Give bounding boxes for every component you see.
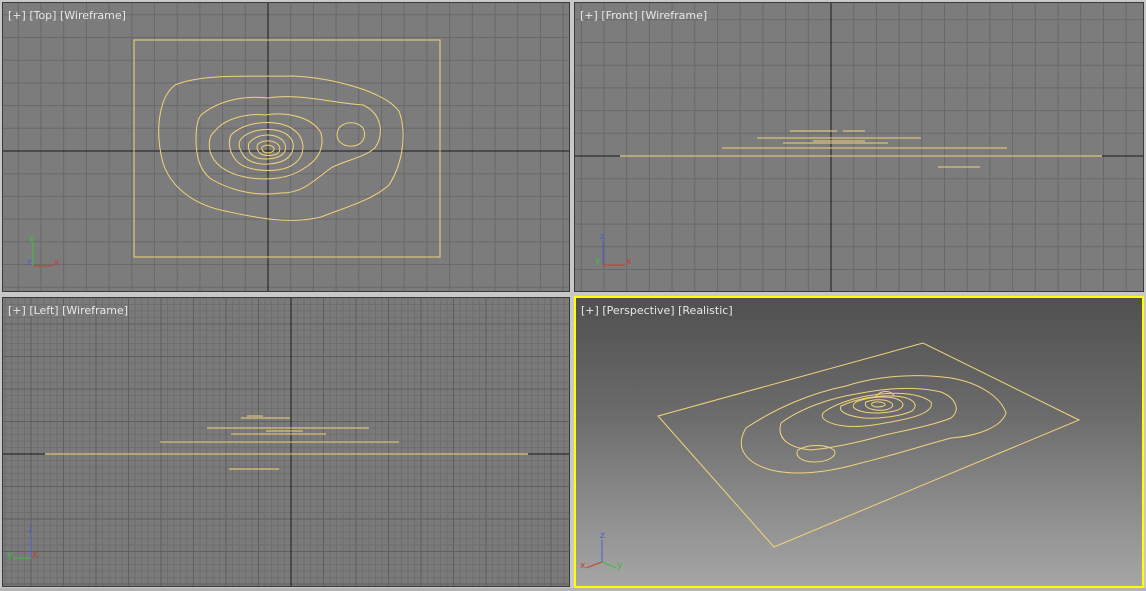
viewport-perspective[interactable]: [+] [Perspective] [Realistic] z x y: [574, 296, 1144, 588]
left-axis-gizmo: z y x: [7, 525, 38, 560]
top-shading-mode[interactable]: [Wireframe]: [60, 9, 126, 22]
viewport-front[interactable]: [+] [Front] [Wireframe] z y x: [574, 2, 1144, 292]
perspective-plane-outline: [657, 342, 1081, 548]
perspective-menu-button[interactable]: [+]: [581, 304, 599, 317]
left-view-name[interactable]: [Left]: [29, 304, 58, 317]
perspective-axis-gizmo: z x y: [580, 531, 623, 571]
top-axis-gizmo: y z x: [27, 233, 60, 268]
left-gizmo-y: y: [7, 550, 13, 560]
front-gizmo-z: z: [600, 232, 605, 242]
left-gizmo-z: z: [28, 525, 33, 535]
top-gizmo-y: y: [29, 233, 35, 243]
top-gizmo-z: z: [27, 258, 32, 268]
top-contour-3: [208, 113, 323, 180]
front-axis-gizmo: z y x: [595, 232, 632, 267]
top-contour-knoll: [336, 122, 366, 147]
top-menu-button[interactable]: [+]: [8, 9, 26, 22]
perspective-view-name[interactable]: [Perspective]: [602, 304, 674, 317]
left-viewport-label: [+] [Left] [Wireframe]: [8, 304, 128, 317]
perspective-terrain-wireframe: [657, 342, 1081, 548]
top-grid: [3, 3, 569, 291]
perspective-gizmo-y: y: [617, 561, 623, 571]
top-contour-2: [195, 96, 381, 195]
perspective-view-canvas[interactable]: [576, 298, 1144, 588]
left-gizmo-x: x: [32, 550, 38, 560]
front-gizmo-y: y: [595, 256, 601, 266]
perspective-gizmo-x: x: [580, 561, 586, 571]
front-shading-mode[interactable]: [Wireframe]: [641, 9, 707, 22]
front-viewport-label: [+] [Front] [Wireframe]: [580, 9, 707, 22]
front-terrain-wireframe: [620, 130, 1102, 168]
left-shading-mode[interactable]: [Wireframe]: [62, 304, 128, 317]
front-gizmo-x: x: [626, 257, 632, 267]
top-view-name[interactable]: [Top]: [29, 9, 56, 22]
top-viewport-label: [+] [Top] [Wireframe]: [8, 9, 126, 22]
perspective-gizmo-z: z: [600, 531, 605, 541]
left-view-canvas[interactable]: [3, 298, 570, 587]
top-plane-outline: [133, 39, 441, 258]
front-view-canvas[interactable]: [575, 3, 1144, 292]
left-terrain-wireframe: [45, 415, 528, 470]
perspective-contour-peak: [871, 401, 886, 408]
perspective-shading-mode[interactable]: [Realistic]: [678, 304, 733, 317]
perspective-viewport-label: [+] [Perspective] [Realistic]: [581, 304, 733, 317]
top-terrain-wireframe: [133, 39, 441, 258]
front-view-name[interactable]: [Front]: [601, 9, 637, 22]
viewport-top[interactable]: [+] [Top] [Wireframe] y z x: [2, 2, 570, 292]
viewport-left[interactable]: [+] [Left] [Wireframe] z y x: [2, 297, 570, 587]
perspective-contour-6: [864, 399, 894, 411]
top-view-canvas[interactable]: [3, 3, 570, 292]
top-gizmo-x: x: [54, 258, 60, 268]
top-contour-outer: [158, 75, 404, 221]
front-menu-button[interactable]: [+]: [580, 9, 598, 22]
left-menu-button[interactable]: [+]: [8, 304, 26, 317]
